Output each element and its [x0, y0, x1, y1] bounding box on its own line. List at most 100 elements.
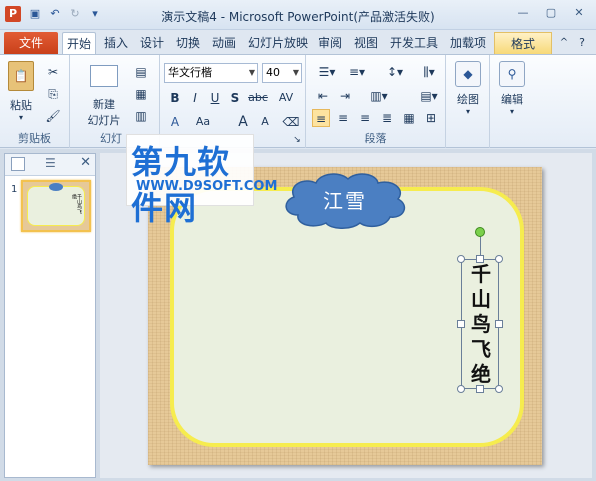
- change-case-button[interactable]: Aa: [190, 113, 216, 131]
- tab-insert[interactable]: 插入: [100, 32, 132, 54]
- copy-icon[interactable]: ⎘: [44, 85, 62, 103]
- resize-handle-n[interactable]: [476, 255, 484, 263]
- justify-icon[interactable]: ≣: [378, 109, 396, 127]
- layout-icon[interactable]: ▤: [132, 63, 150, 81]
- chevron-down-icon: ▼: [248, 68, 255, 77]
- resize-handle-nw[interactable]: [457, 255, 465, 263]
- tab-transitions[interactable]: 切换: [172, 32, 204, 54]
- tab-home[interactable]: 开始: [62, 32, 96, 54]
- bold-button[interactable]: B: [166, 89, 184, 107]
- grow-font-button[interactable]: A: [234, 113, 252, 131]
- title-bar: P ▣ ↶ ↻ ▾ 演示文稿4 - Microsoft PowerPoint(产…: [0, 0, 596, 30]
- group-clipboard: 📋 粘贴 ▾ ✂ ⎘ 🖌 剪贴板: [0, 55, 70, 148]
- thumbnail-cloud: [49, 183, 63, 191]
- align-left-icon[interactable]: ≡: [312, 109, 330, 127]
- resize-handle-ne[interactable]: [495, 255, 503, 263]
- ribbon-tabs: 文件 开始 插入 设计 切换 动画 幻灯片放映 审阅 视图 开发工具 加载项 格…: [0, 30, 596, 54]
- binoculars-icon: ⚲: [499, 61, 525, 87]
- shapes-icon: ◆: [455, 61, 481, 87]
- bullets-icon[interactable]: ☰▾: [314, 63, 340, 81]
- cut-icon[interactable]: ✂: [44, 63, 62, 81]
- rotate-handle[interactable]: [475, 227, 485, 237]
- char-spacing-button[interactable]: AV: [274, 89, 298, 107]
- tab-slideshow[interactable]: 幻灯片放映: [246, 32, 310, 54]
- resize-handle-s[interactable]: [476, 385, 484, 393]
- columns-icon[interactable]: ▥▾: [366, 87, 392, 105]
- numbering-icon[interactable]: ≡▾: [344, 63, 370, 81]
- tab-file[interactable]: 文件: [4, 32, 58, 54]
- tab-developer[interactable]: 开发工具: [386, 32, 442, 54]
- window-title: 演示文稿4 - Microsoft PowerPoint(产品激活失败): [161, 10, 435, 24]
- distribute-icon[interactable]: ▦: [400, 109, 418, 127]
- help-icon[interactable]: ^: [556, 32, 572, 54]
- underline-button[interactable]: U: [206, 89, 224, 107]
- line-spacing-icon[interactable]: ↕▾: [382, 63, 408, 81]
- font-size-field[interactable]: 40 ▼: [262, 63, 302, 83]
- slide-number: 1: [11, 184, 18, 195]
- tab-animations[interactable]: 动画: [208, 32, 240, 54]
- tab-addins[interactable]: 加载项: [446, 32, 490, 54]
- resize-handle-e[interactable]: [495, 320, 503, 328]
- clipboard-group-label: 剪贴板: [18, 132, 51, 145]
- outline-tab-icon[interactable]: ☰: [45, 156, 56, 170]
- align-text-icon[interactable]: ▤▾: [416, 87, 442, 105]
- reset-icon[interactable]: ▦: [132, 85, 150, 103]
- italic-button[interactable]: I: [186, 89, 204, 107]
- align-right-icon[interactable]: ≡: [356, 109, 374, 127]
- char-5: 绝: [471, 362, 491, 386]
- group-paragraph: ☰▾ ≡▾ ↕▾ ⫼▾ ⇤ ⇥ ▥▾ ▤▾ ≡ ≡ ≡ ≣ ▦ ⊞ 段落: [306, 55, 446, 148]
- font-color-icon[interactable]: A: [166, 113, 184, 131]
- decrease-indent-icon[interactable]: ⇤: [314, 87, 332, 105]
- char-4: 飞: [471, 337, 491, 361]
- new-slide-button[interactable]: 新建 幻灯片: [82, 61, 126, 127]
- thumbnail-pane-header: ☰ ✕: [5, 154, 95, 176]
- group-editing: ⚲ 编辑 ▾: [490, 55, 534, 148]
- tab-format[interactable]: 格式: [494, 32, 552, 54]
- paste-icon: 📋: [8, 61, 34, 91]
- drawing-button[interactable]: ◆ 绘图 ▾: [452, 61, 484, 121]
- new-slide-label-2: 幻灯片: [87, 114, 121, 127]
- help-question-icon[interactable]: ?: [574, 32, 590, 54]
- drawing-label: 绘图: [457, 93, 479, 106]
- cloud-text: 江雪: [323, 189, 367, 213]
- close-icon[interactable]: ✕: [566, 3, 592, 23]
- shrink-font-button[interactable]: A: [256, 113, 274, 131]
- format-painter-icon[interactable]: 🖌: [44, 107, 62, 125]
- align-center-icon[interactable]: ≡: [334, 109, 352, 127]
- shadow-button[interactable]: S: [226, 89, 244, 107]
- font-size-value: 40: [266, 66, 280, 79]
- smartart-icon[interactable]: ⊞: [422, 109, 440, 127]
- font-name-field[interactable]: 华文行楷 ▼: [164, 63, 258, 83]
- chevron-down-icon: ▼: [292, 68, 299, 77]
- text-direction-icon[interactable]: ⫼▾: [416, 63, 442, 81]
- slides-tab-icon[interactable]: [11, 157, 25, 171]
- minimize-icon[interactable]: —: [510, 3, 536, 23]
- paragraph-group-label: 段落: [364, 132, 387, 145]
- tab-design[interactable]: 设计: [136, 32, 168, 54]
- resize-handle-sw[interactable]: [457, 385, 465, 393]
- ribbon: 📋 粘贴 ▾ ✂ ⎘ 🖌 剪贴板 新建 幻灯片 ▤ ▦ ▥ 幻灯 华文行楷 ▼ 4…: [0, 54, 596, 148]
- maximize-icon[interactable]: ▢: [538, 3, 564, 23]
- editing-label: 编辑: [501, 93, 523, 106]
- window-controls: — ▢ ✕: [510, 3, 592, 23]
- vertical-text-box[interactable]: 千 山 鸟 飞 绝: [461, 259, 499, 389]
- char-1: 千: [471, 262, 491, 286]
- section-icon[interactable]: ▥: [132, 107, 150, 125]
- resize-handle-se[interactable]: [495, 385, 503, 393]
- clear-format-icon[interactable]: ⌫: [282, 113, 300, 131]
- increase-indent-icon[interactable]: ⇥: [336, 87, 354, 105]
- new-slide-label-1: 新建: [93, 98, 115, 111]
- tab-review[interactable]: 审阅: [314, 32, 346, 54]
- resize-handle-w[interactable]: [457, 320, 465, 328]
- char-2: 山: [471, 287, 491, 311]
- strikethrough-button[interactable]: abc: [246, 89, 270, 107]
- workspace: ☰ ✕ 1 千山鸟飞绝 江雪 千 山 鸟 飞 绝 第九软件网 WWW.D9SOF…: [0, 134, 596, 481]
- font-dialog-launcher-icon[interactable]: ↘: [288, 131, 306, 149]
- close-pane-icon[interactable]: ✕: [80, 155, 91, 170]
- slide-thumbnail[interactable]: 千山鸟飞绝: [21, 180, 91, 232]
- editing-button[interactable]: ⚲ 编辑 ▾: [496, 61, 528, 121]
- paste-button[interactable]: 📋 粘贴 ▾: [6, 61, 36, 122]
- thumbnail-vertical-text: 千山鸟飞绝: [71, 194, 82, 214]
- font-name-value: 华文行楷: [168, 66, 212, 79]
- tab-view[interactable]: 视图: [350, 32, 382, 54]
